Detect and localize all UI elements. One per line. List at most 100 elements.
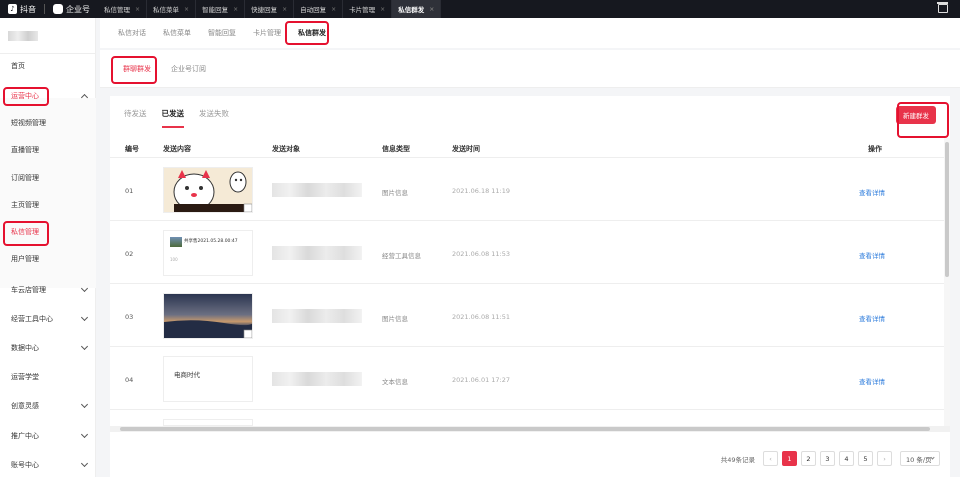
- sidebar-item-subscription[interactable]: 订阅管理: [0, 170, 96, 186]
- gift-icon[interactable]: [937, 2, 948, 13]
- table-row: 02 共享售2021.05.28.00:47 100 经营工具信息 2021.0…: [110, 222, 950, 284]
- page-button[interactable]: 1: [782, 451, 797, 466]
- tab-message-menu[interactable]: 私信菜单: [163, 28, 191, 38]
- content-thumbnail[interactable]: 共享售2021.05.28.00:47 100: [163, 230, 253, 276]
- horizontal-scrollbar[interactable]: [110, 426, 950, 432]
- close-icon[interactable]: ×: [233, 6, 238, 13]
- sunset-image: [164, 294, 252, 338]
- sidebar: 首页 运营中心 短视频管理 直播管理 订阅管理 主页管理 私信管理 用户管理 车…: [0, 18, 96, 477]
- lucky-cat-image: [164, 168, 252, 212]
- chevron-down-icon: [80, 284, 89, 293]
- content-thumbnail[interactable]: [163, 167, 253, 213]
- page-button[interactable]: 4: [839, 451, 854, 466]
- close-icon[interactable]: ×: [380, 6, 385, 13]
- table-row: [110, 411, 950, 426]
- sidebar-item-ops-academy[interactable]: 运营学堂: [0, 369, 96, 385]
- top-tab-private-message[interactable]: 私信管理 ×: [98, 0, 148, 18]
- row-number: 03: [125, 313, 134, 321]
- sidebar-item-label: 主页管理: [11, 201, 39, 209]
- page-button[interactable]: 5: [858, 451, 873, 466]
- chevron-down-icon: [80, 459, 89, 468]
- close-icon[interactable]: ×: [135, 6, 140, 13]
- content-thumbnail[interactable]: [163, 419, 253, 426]
- message-type: 图片信息: [382, 315, 408, 323]
- top-tab-card-management[interactable]: 卡片管理 ×: [343, 0, 393, 18]
- view-detail-link[interactable]: 查看详情: [859, 313, 885, 323]
- view-detail-link[interactable]: 查看详情: [859, 187, 885, 197]
- view-detail-link[interactable]: 查看详情: [859, 250, 885, 260]
- pagination: 共49条记录 ‹ 1 2 3 4 5 › 10 条/页: [721, 451, 940, 466]
- sidebar-item-creative[interactable]: 创意灵感: [0, 398, 96, 414]
- scrollbar-thumb[interactable]: [120, 427, 930, 431]
- sidebar-item-short-video[interactable]: 短视频管理: [0, 115, 96, 131]
- brand-enterprise-name: 企业号: [66, 4, 90, 14]
- sidebar-item-car-store[interactable]: 车云店管理: [0, 282, 96, 298]
- top-tab-label: 私信菜单: [153, 6, 180, 14]
- sidebar-item-biz-tools[interactable]: 经营工具中心: [0, 311, 96, 327]
- tab-enterprise-subscription[interactable]: 企业号订阅: [171, 64, 206, 74]
- row-number: 01: [125, 187, 134, 195]
- tab-failed[interactable]: 发送失败: [199, 108, 229, 128]
- brand[interactable]: ♪ 抖音 企业号: [0, 0, 90, 18]
- tab-smart-reply[interactable]: 智能回复: [208, 28, 236, 38]
- column-header-target: 发送对象: [272, 145, 300, 153]
- account-switcher[interactable]: [0, 18, 95, 54]
- sidebar-item-home[interactable]: 首页: [0, 58, 96, 74]
- top-tab-label: 私信群发: [398, 6, 425, 14]
- tab-card-management[interactable]: 卡片管理: [253, 28, 281, 38]
- page-button[interactable]: 2: [801, 451, 816, 466]
- target-blurred: [272, 183, 362, 197]
- brand-divider: [44, 4, 45, 14]
- sidebar-item-users[interactable]: 用户管理: [0, 251, 96, 267]
- sidebar-item-promotion[interactable]: 推广中心: [0, 428, 96, 444]
- highlight-box-ops-center: [3, 87, 49, 106]
- close-icon[interactable]: ×: [429, 6, 434, 13]
- column-header-content: 发送内容: [163, 145, 191, 153]
- close-icon[interactable]: ×: [282, 6, 287, 13]
- sidebar-item-live[interactable]: 直播管理: [0, 142, 96, 158]
- next-page-button[interactable]: ›: [877, 451, 892, 466]
- tab-private-chat[interactable]: 私信对话: [118, 28, 146, 38]
- close-icon[interactable]: ×: [331, 6, 336, 13]
- page-button[interactable]: 3: [820, 451, 835, 466]
- top-tab-smart-reply[interactable]: 智能回复 ×: [196, 0, 246, 18]
- top-tab-label: 自动回复: [300, 6, 327, 14]
- message-type: 图片信息: [382, 189, 408, 197]
- content-thumbnail[interactable]: [163, 293, 253, 339]
- sidebar-item-account-center[interactable]: 账号中心: [0, 457, 96, 473]
- send-time: 2021.06.08 11:53: [452, 250, 511, 258]
- top-tab-auto-reply[interactable]: 自动回复 ×: [294, 0, 344, 18]
- enterprise-logo-icon: [53, 4, 63, 14]
- chevron-down-icon: [80, 430, 89, 439]
- target-blurred: [272, 309, 362, 323]
- scrollbar-thumb[interactable]: [945, 142, 949, 277]
- close-icon[interactable]: ×: [184, 6, 189, 13]
- chevron-down-icon: [80, 313, 89, 322]
- sidebar-item-label: 订阅管理: [11, 174, 39, 182]
- prev-page-button[interactable]: ‹: [763, 451, 778, 466]
- send-time: 2021.06.18 11:19: [452, 187, 511, 195]
- row-number: 04: [125, 376, 134, 384]
- table-row: 04 电商时代 文本信息 2021.06.01 17:27 查看详情: [110, 348, 950, 410]
- table-header: 编号 发送内容 发送对象 信息类型 发送时间 操作: [110, 138, 950, 158]
- sidebar-item-homepage[interactable]: 主页管理: [0, 197, 96, 213]
- vertical-scrollbar[interactable]: [944, 138, 950, 426]
- view-detail-link[interactable]: 查看详情: [859, 376, 885, 386]
- page-size-select[interactable]: 10 条/页: [900, 451, 940, 466]
- tool-card-title: 共享售2021.05.28.00:47: [184, 239, 238, 244]
- sidebar-item-data-center[interactable]: 数据中心: [0, 340, 96, 356]
- content-thumbnail[interactable]: 电商时代: [163, 356, 253, 402]
- top-tab-quick-reply[interactable]: 快捷回复 ×: [245, 0, 295, 18]
- sub-tabs: 私信对话 私信菜单 智能回复 卡片管理 私信群发: [100, 18, 960, 48]
- tab-pending[interactable]: 待发送: [124, 108, 147, 128]
- chevron-down-icon: [80, 400, 89, 409]
- top-tab-message-menu[interactable]: 私信菜单 ×: [147, 0, 197, 18]
- top-tab-group-send[interactable]: 私信群发 ×: [392, 0, 442, 18]
- top-tab-label: 私信管理: [104, 6, 130, 14]
- sidebar-item-label: 短视频管理: [11, 119, 46, 127]
- sidebar-item-label: 数据中心: [11, 344, 39, 352]
- column-header-type: 信息类型: [382, 145, 410, 153]
- tab-sent[interactable]: 已发送: [161, 108, 184, 128]
- sidebar-item-label: 创意灵感: [11, 402, 39, 410]
- douyin-logo-icon: ♪: [8, 4, 17, 14]
